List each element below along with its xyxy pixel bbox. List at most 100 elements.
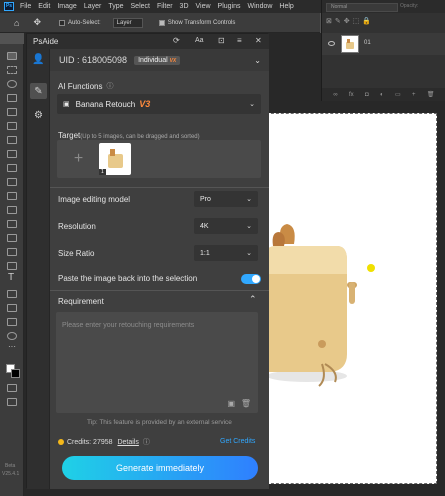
help-icon[interactable]: ⓘ [143, 439, 150, 446]
path-select-tool-icon[interactable] [7, 290, 17, 298]
layer-row[interactable]: 01 [322, 33, 445, 55]
panel-title-bar: PsAide ⟳ Aa ⊡ ≡ ✕ [27, 34, 269, 49]
folder-icon[interactable]: ▭ [395, 91, 401, 98]
menu-3d[interactable]: 3D [180, 3, 189, 10]
photoshop-logo-icon: Ps [4, 2, 14, 11]
dodge-tool-icon[interactable] [7, 248, 17, 256]
beta-label: Beta [5, 463, 16, 469]
menu-window[interactable]: Window [248, 3, 273, 10]
generate-button[interactable]: Generate immediately [62, 456, 258, 480]
hand-tool-icon[interactable] [7, 318, 17, 326]
auto-select-dropdown[interactable]: Layer [112, 17, 143, 28]
ai-functions-header: AI Functions ⓘ [58, 81, 113, 91]
move-tool-icon[interactable] [7, 52, 17, 60]
menu-icon[interactable]: ≡ [237, 36, 242, 45]
background-color-swatch[interactable] [11, 369, 20, 378]
lasso-tool-icon[interactable] [7, 80, 17, 88]
more-tools-icon[interactable]: ··· [8, 342, 16, 351]
document-canvas[interactable] [266, 113, 437, 484]
gradient-tool-icon[interactable] [7, 220, 17, 228]
close-icon[interactable]: ✕ [255, 36, 262, 45]
ratio-label: Size Ratio [58, 249, 95, 258]
paste-back-toggle[interactable] [241, 274, 261, 284]
history-brush-tool-icon[interactable] [7, 192, 17, 200]
image-attach-icon[interactable]: ▣ [227, 399, 235, 408]
info-icon[interactable]: ⓘ [106, 81, 113, 91]
quick-mask-icon[interactable] [7, 384, 17, 392]
trash-icon[interactable]: 🗑 [241, 399, 251, 408]
pin-icon[interactable]: ⊡ [218, 36, 225, 45]
chevron-up-icon[interactable]: ⌃ [249, 294, 257, 305]
frame-tool-icon[interactable] [7, 122, 17, 130]
healing-tool-icon[interactable] [7, 150, 17, 158]
divider [50, 290, 269, 291]
auto-select-checkbox[interactable] [58, 19, 65, 26]
eraser-tool-icon[interactable] [7, 206, 17, 214]
menu-file[interactable]: File [20, 3, 31, 10]
font-size-icon[interactable]: Aa [195, 37, 204, 44]
model-dropdown[interactable]: Pro ⌄ [194, 191, 258, 207]
pen-tool-icon[interactable] [7, 262, 17, 270]
menu-help[interactable]: Help [279, 3, 293, 10]
target-image-thumbnail[interactable]: 1 [99, 143, 131, 175]
menu-view[interactable]: View [196, 3, 211, 10]
menu-layer[interactable]: Layer [84, 3, 102, 10]
menu-type[interactable]: Type [108, 3, 123, 10]
menu-image[interactable]: Image [57, 3, 76, 10]
menu-select[interactable]: Select [131, 3, 150, 10]
plan-tier: VX [169, 57, 177, 64]
type-tool-icon[interactable]: T [8, 272, 14, 283]
fx-icon[interactable]: fx [349, 92, 354, 98]
settings-gear-icon[interactable]: ⚙ [30, 107, 47, 123]
layer-name: 01 [364, 40, 371, 46]
object-select-tool-icon[interactable] [7, 94, 17, 102]
edit-icon[interactable]: ✎ [30, 83, 47, 99]
link-icon[interactable]: ∞ [333, 92, 337, 98]
user-icon[interactable]: 👤 [30, 51, 47, 67]
ratio-dropdown[interactable]: 1:1 ⌄ [194, 245, 258, 261]
auto-select-label: Auto-Select: [67, 19, 101, 26]
uid-row: UID : 618005098 Individual VX ⌄ [50, 49, 269, 71]
ai-functions-label: AI Functions [58, 81, 103, 91]
eye-icon[interactable] [328, 41, 335, 46]
menu-filter[interactable]: Filter [157, 3, 173, 10]
menu-edit[interactable]: Edit [38, 3, 50, 10]
collapse-chevron-icon[interactable]: ⌄ [254, 56, 261, 65]
lock-icons[interactable]: ⊠✎✥⬚🔒 [326, 17, 374, 25]
refresh-icon[interactable]: ⟳ [173, 36, 180, 45]
add-image-button[interactable]: + [62, 142, 95, 175]
resolution-dropdown[interactable]: 4K ⌄ [194, 218, 258, 234]
layer-thumbnail [341, 35, 359, 53]
target-label: Target [58, 131, 81, 140]
brush-tool-icon[interactable] [7, 164, 17, 172]
zoom-tool-icon[interactable] [7, 332, 17, 340]
crop-tool-icon[interactable] [7, 108, 17, 116]
divider [50, 187, 269, 188]
trash-icon[interactable]: 🗑 [427, 91, 435, 98]
marquee-tool-icon[interactable] [7, 66, 17, 74]
chevron-down-icon: ⌄ [246, 223, 252, 230]
options-bar: ⌂ ✥ Auto-Select: Layer Show Transform Co… [0, 13, 320, 33]
ai-function-version: V3 [139, 99, 151, 109]
requirement-textarea[interactable]: Please enter your retouching requirement… [56, 312, 258, 413]
blend-mode-dropdown[interactable]: Normal [326, 3, 398, 12]
transform-controls-label: Show Transform Controls [167, 19, 236, 26]
rectangle-tool-icon[interactable] [7, 304, 17, 312]
details-link[interactable]: Details [117, 439, 138, 446]
adjustment-icon[interactable]: ◐ [380, 92, 384, 98]
home-icon[interactable]: ⌂ [14, 18, 19, 28]
coin-icon [58, 439, 64, 446]
blur-tool-icon[interactable] [7, 234, 17, 242]
get-credits-link[interactable]: Get Credits [220, 438, 255, 445]
ai-function-dropdown[interactable]: ▣ Banana Retouch V3 ⌄ [57, 94, 261, 114]
new-layer-icon[interactable]: + [412, 92, 416, 98]
screen-mode-icon[interactable] [7, 398, 17, 406]
stamp-tool-icon[interactable] [7, 178, 17, 186]
transform-controls-checkbox[interactable] [158, 19, 165, 26]
credits-row: Credits: 27958 Details ⓘ [58, 437, 150, 447]
eyedropper-tool-icon[interactable] [7, 136, 17, 144]
psaide-panel: PsAide ⟳ Aa ⊡ ≡ ✕ 👤 ✎ ⚙ UID : 618005098 … [26, 33, 269, 489]
mask-icon[interactable]: ◘ [365, 92, 369, 98]
menu-plugins[interactable]: Plugins [218, 3, 241, 10]
move-tool-icon[interactable]: ✥ [33, 17, 41, 28]
